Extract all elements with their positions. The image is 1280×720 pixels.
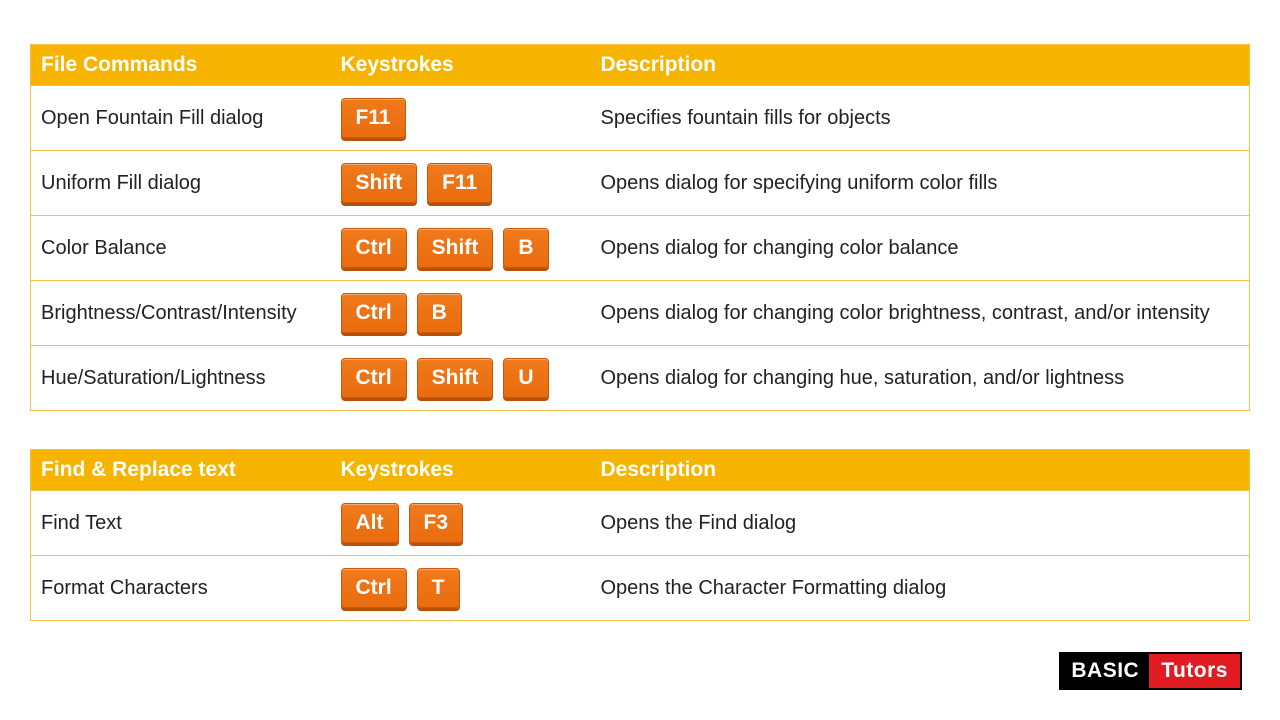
command-cell: Format Characters	[31, 556, 331, 621]
table-row: Brightness/Contrast/IntensityCtrlBOpens …	[31, 281, 1250, 346]
table-header-cell: Description	[591, 450, 1250, 491]
logo-part-a: BASIC	[1061, 654, 1149, 688]
keystrokes-cell: ShiftF11	[331, 151, 591, 216]
command-cell: Color Balance	[31, 216, 331, 281]
keycap: Shift	[417, 228, 494, 268]
key-group: AltF3	[341, 503, 581, 543]
keycap: B	[503, 228, 548, 268]
key-group: CtrlB	[341, 293, 581, 333]
description-cell: Opens dialog for specifying uniform colo…	[591, 151, 1250, 216]
table-row: Format CharactersCtrlTOpens the Characte…	[31, 556, 1250, 621]
description-cell: Opens the Character Formatting dialog	[591, 556, 1250, 621]
description-cell: Opens dialog for changing hue, saturatio…	[591, 346, 1250, 411]
command-cell: Find Text	[31, 491, 331, 556]
table-header-row: Find & Replace textKeystrokesDescription	[31, 450, 1250, 491]
keycap: F11	[427, 163, 492, 203]
keycap: B	[417, 293, 462, 333]
key-group: CtrlShiftU	[341, 358, 581, 398]
keycap: U	[503, 358, 548, 398]
keycap: Shift	[417, 358, 494, 398]
keycap: Ctrl	[341, 358, 407, 398]
key-group: F11	[341, 98, 581, 138]
key-group: CtrlShiftB	[341, 228, 581, 268]
brand-logo: BASIC Tutors	[1059, 652, 1242, 690]
command-cell: Open Fountain Fill dialog	[31, 86, 331, 151]
keystrokes-cell: CtrlShiftB	[331, 216, 591, 281]
keycap: F11	[341, 98, 406, 138]
command-cell: Uniform Fill dialog	[31, 151, 331, 216]
table-row: Color BalanceCtrlShiftBOpens dialog for …	[31, 216, 1250, 281]
logo-part-b: Tutors	[1149, 654, 1240, 688]
keycap: Ctrl	[341, 293, 407, 333]
table-header-cell: File Commands	[31, 45, 331, 86]
keycap: F3	[409, 503, 464, 543]
description-cell: Specifies fountain fills for objects	[591, 86, 1250, 151]
shortcut-table: Find & Replace textKeystrokesDescription…	[30, 449, 1250, 621]
table-header-cell: Keystrokes	[331, 45, 591, 86]
shortcut-table: File CommandsKeystrokesDescriptionOpen F…	[30, 44, 1250, 411]
table-row: Hue/Saturation/LightnessCtrlShiftUOpens …	[31, 346, 1250, 411]
keycap: Ctrl	[341, 568, 407, 608]
table-header-cell: Keystrokes	[331, 450, 591, 491]
command-cell: Brightness/Contrast/Intensity	[31, 281, 331, 346]
description-cell: Opens dialog for changing color balance	[591, 216, 1250, 281]
table-header-cell: Find & Replace text	[31, 450, 331, 491]
keystrokes-cell: CtrlShiftU	[331, 346, 591, 411]
key-group: ShiftF11	[341, 163, 581, 203]
key-group: CtrlT	[341, 568, 581, 608]
table-row: Find TextAltF3Opens the Find dialog	[31, 491, 1250, 556]
description-cell: Opens dialog for changing color brightne…	[591, 281, 1250, 346]
command-cell: Hue/Saturation/Lightness	[31, 346, 331, 411]
keycap: Ctrl	[341, 228, 407, 268]
keystrokes-cell: F11	[331, 86, 591, 151]
table-header-row: File CommandsKeystrokesDescription	[31, 45, 1250, 86]
keycap: Alt	[341, 503, 399, 543]
keystrokes-cell: AltF3	[331, 491, 591, 556]
keystrokes-cell: CtrlB	[331, 281, 591, 346]
table-row: Uniform Fill dialogShiftF11Opens dialog …	[31, 151, 1250, 216]
keystrokes-cell: CtrlT	[331, 556, 591, 621]
description-cell: Opens the Find dialog	[591, 491, 1250, 556]
tables-container: File CommandsKeystrokesDescriptionOpen F…	[30, 44, 1250, 621]
keycap: Shift	[341, 163, 418, 203]
table-header-cell: Description	[591, 45, 1250, 86]
table-row: Open Fountain Fill dialogF11 Specifies fo…	[31, 86, 1250, 151]
keycap: T	[417, 568, 460, 608]
